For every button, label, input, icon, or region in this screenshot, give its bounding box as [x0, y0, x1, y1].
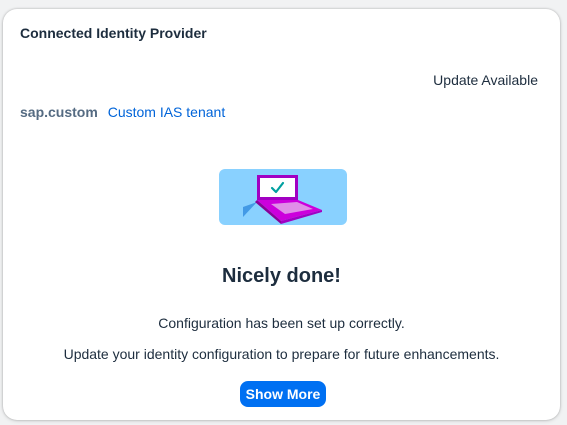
- identity-provider-card: Connected Identity Provider Update Avail…: [3, 9, 560, 420]
- laptop-checkmark-illustration: [219, 169, 347, 225]
- provider-key: sap.custom: [20, 104, 98, 120]
- provider-name-link[interactable]: Custom IAS tenant: [108, 104, 226, 120]
- identity-provider-row: sap.custom Custom IAS tenant: [20, 104, 225, 120]
- card-title: Connected Identity Provider: [20, 25, 207, 41]
- show-more-button[interactable]: Show More: [240, 381, 326, 407]
- update-available-status: Update Available: [433, 72, 538, 88]
- success-headline: Nicely done!: [222, 265, 341, 287]
- update-message: Update your identity configuration to pr…: [63, 346, 500, 362]
- configuration-message: Configuration has been set up correctly.: [158, 315, 405, 331]
